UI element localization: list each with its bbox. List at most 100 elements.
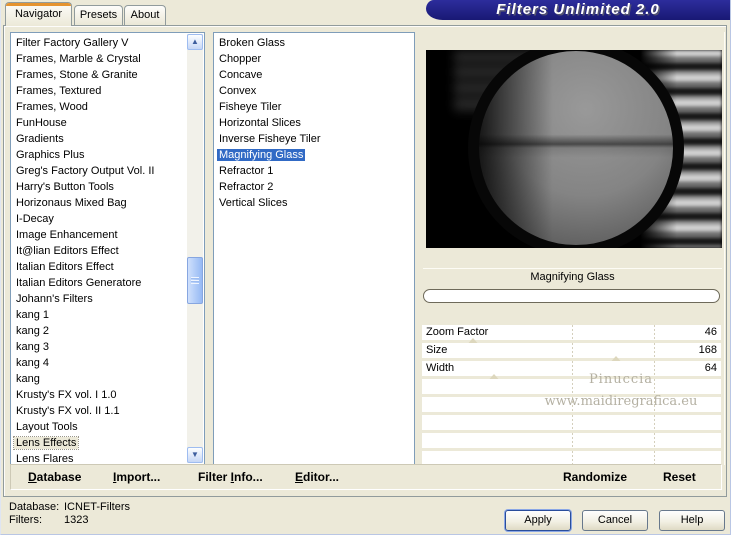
list-item-label: It@lian Editors Effect bbox=[16, 245, 119, 257]
list-item-label: I-Decay bbox=[16, 213, 54, 225]
apply-button[interactable]: Apply bbox=[505, 510, 571, 531]
list-item[interactable]: Lens Flares bbox=[11, 451, 204, 464]
list-item-label: Vertical Slices bbox=[219, 197, 288, 209]
list-item[interactable]: Gradients bbox=[11, 131, 204, 147]
list-item[interactable]: Greg's Factory Output Vol. II bbox=[11, 163, 204, 179]
list-item[interactable]: Vertical Slices bbox=[214, 195, 414, 211]
list-item[interactable]: Lens Effects bbox=[11, 435, 204, 451]
list-item[interactable]: Krusty's FX vol. II 1.1 bbox=[11, 403, 204, 419]
slider-row-size[interactable]: Size 168 bbox=[422, 343, 721, 365]
list-item[interactable]: It@lian Editors Effect bbox=[11, 243, 204, 259]
list-item-label: Horizontal Slices bbox=[219, 117, 301, 129]
randomize-button[interactable]: Randomize bbox=[563, 470, 627, 484]
slider-row-width[interactable]: Width 64 bbox=[422, 361, 721, 383]
category-list[interactable]: Filter Factory Gallery V Frames, Marble &… bbox=[10, 32, 205, 465]
slider-value: 168 bbox=[698, 344, 717, 356]
list-item-label: Layout Tools bbox=[16, 421, 78, 433]
list-item[interactable]: Filter Factory Gallery V bbox=[11, 35, 204, 51]
list-item-label: Krusty's FX vol. I 1.0 bbox=[16, 389, 117, 401]
list-item[interactable]: Image Enhancement bbox=[11, 227, 204, 243]
list-item-label: Image Enhancement bbox=[16, 229, 118, 241]
list-item[interactable]: Chopper bbox=[214, 51, 414, 67]
category-list-scrollbar[interactable]: ▲ ▼ bbox=[187, 34, 203, 463]
list-item[interactable]: kang bbox=[11, 371, 204, 387]
tab-about[interactable]: About bbox=[124, 5, 166, 26]
list-item[interactable]: Frames, Marble & Crystal bbox=[11, 51, 204, 67]
list-item-label: Frames, Wood bbox=[16, 101, 88, 113]
list-item[interactable]: I-Decay bbox=[11, 211, 204, 227]
list-item[interactable]: Refractor 1 bbox=[214, 163, 414, 179]
list-item-label: FunHouse bbox=[16, 117, 67, 129]
list-item[interactable]: Convex bbox=[214, 83, 414, 99]
list-item[interactable]: Krusty's FX vol. I 1.0 bbox=[11, 387, 204, 403]
list-item[interactable]: Italian Editors Effect bbox=[11, 259, 204, 275]
cancel-button[interactable]: Cancel bbox=[582, 510, 648, 531]
list-item[interactable]: FunHouse bbox=[11, 115, 204, 131]
list-item-label: Fisheye Tiler bbox=[219, 101, 282, 113]
list-item[interactable]: Layout Tools bbox=[11, 419, 204, 435]
preview-panel: Magnifying Glass Zoom Factor 46 Size 168 Wid… bbox=[421, 32, 725, 466]
category-list-items: Filter Factory Gallery V Frames, Marble &… bbox=[11, 35, 204, 464]
list-item[interactable]: Fisheye Tiler bbox=[214, 99, 414, 115]
list-item-label: Refractor 2 bbox=[219, 181, 274, 193]
tab-strip: Navigator Presets About bbox=[1, 0, 421, 26]
list-item[interactable]: Horizonaus Mixed Bag bbox=[11, 195, 204, 211]
list-item[interactable]: kang 2 bbox=[11, 323, 204, 339]
list-item-label: Harry's Button Tools bbox=[16, 181, 114, 193]
list-item-label: Refractor 1 bbox=[219, 165, 274, 177]
slider-value: 64 bbox=[704, 362, 717, 374]
list-item-label: Magnifying Glass bbox=[217, 149, 306, 161]
list-item-label: Filter Factory Gallery V bbox=[16, 37, 129, 49]
tab-presets[interactable]: Presets bbox=[74, 5, 123, 26]
slider-label: Size bbox=[426, 344, 448, 356]
list-item-label: Frames, Textured bbox=[16, 85, 102, 97]
list-item[interactable]: Johann's Filters bbox=[11, 291, 204, 307]
list-item[interactable]: Frames, Stone & Granite bbox=[11, 67, 204, 83]
list-item[interactable]: Concave bbox=[214, 67, 414, 83]
scrollbar-thumb[interactable] bbox=[187, 257, 203, 304]
list-item-label: Italian Editors Generatore bbox=[16, 277, 142, 289]
import-button[interactable]: Import... bbox=[113, 470, 160, 484]
bottom-toolbar: Database Import... Filter Info... Editor...… bbox=[10, 464, 722, 490]
list-item-label: Graphics Plus bbox=[16, 149, 85, 161]
reset-button[interactable]: Reset bbox=[663, 470, 696, 484]
list-item[interactable]: Italian Editors Generatore bbox=[11, 275, 204, 291]
list-item[interactable]: Inverse Fisheye Tiler bbox=[214, 131, 414, 147]
filter-list[interactable]: Broken Glass Chopper Concave Convex Fisheye … bbox=[213, 32, 415, 465]
list-item-label: Convex bbox=[219, 85, 257, 97]
list-item-label: kang 3 bbox=[16, 341, 50, 353]
list-item[interactable]: Refractor 2 bbox=[214, 179, 414, 195]
list-item[interactable]: kang 3 bbox=[11, 339, 204, 355]
list-item-label: kang 4 bbox=[16, 357, 50, 369]
filters-unlimited-dialog: Navigator Presets About Filters Unlimited … bbox=[0, 0, 731, 535]
list-item-label: Lens Effects bbox=[12, 436, 80, 450]
footer: Database: ICNET-Filters Filters: 1323 Ap… bbox=[1, 497, 731, 535]
list-item[interactable]: Magnifying Glass bbox=[214, 147, 414, 163]
help-button[interactable]: Help bbox=[659, 510, 725, 531]
list-item[interactable]: Horizontal Slices bbox=[214, 115, 414, 131]
list-item[interactable]: kang 4 bbox=[11, 355, 204, 371]
list-item[interactable]: Frames, Textured bbox=[11, 83, 204, 99]
list-item[interactable]: Harry's Button Tools bbox=[11, 179, 204, 195]
filters-count-value: 1323 bbox=[64, 514, 89, 526]
magnifying-lens-graphic bbox=[468, 50, 684, 248]
list-item[interactable]: kang 1 bbox=[11, 307, 204, 323]
slider-row-empty bbox=[422, 397, 721, 412]
slider-row-empty bbox=[422, 415, 721, 430]
list-item-label: Italian Editors Effect bbox=[16, 261, 114, 273]
list-item[interactable]: Frames, Wood bbox=[11, 99, 204, 115]
list-item[interactable]: Graphics Plus bbox=[11, 147, 204, 163]
list-item-label: Gradients bbox=[16, 133, 64, 145]
preview-image[interactable] bbox=[426, 50, 722, 248]
scroll-down-icon[interactable]: ▼ bbox=[187, 447, 203, 463]
list-item-label: Concave bbox=[219, 69, 263, 81]
list-item-label: Chopper bbox=[219, 53, 262, 65]
scroll-up-icon[interactable]: ▲ bbox=[187, 34, 203, 50]
filter-info-button[interactable]: Filter Info... bbox=[198, 470, 263, 484]
database-button[interactable]: Database bbox=[28, 470, 81, 484]
list-item-label: Horizonaus Mixed Bag bbox=[16, 197, 127, 209]
editor-button[interactable]: Editor... bbox=[295, 470, 339, 484]
list-item[interactable]: Broken Glass bbox=[214, 35, 414, 51]
tab-navigator[interactable]: Navigator bbox=[5, 2, 72, 26]
slider-row-zoom-factor[interactable]: Zoom Factor 46 bbox=[422, 325, 721, 347]
